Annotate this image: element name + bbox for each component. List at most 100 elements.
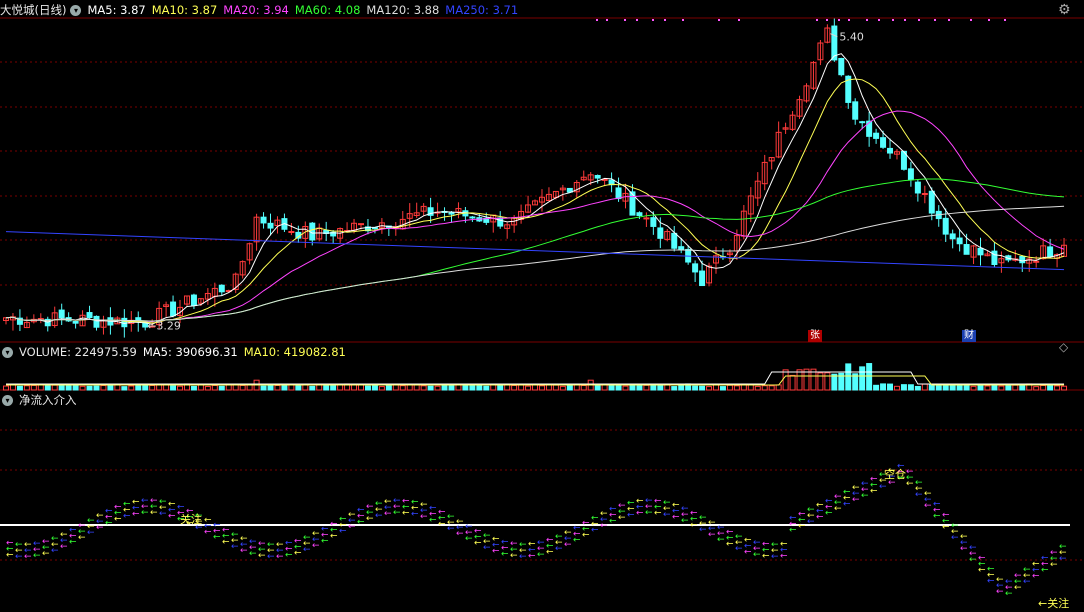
volume-bar xyxy=(699,385,706,391)
chevron-down-icon[interactable]: ▾ xyxy=(2,395,13,406)
flow-arrow-marker: ← xyxy=(465,534,473,544)
candle-up xyxy=(1033,260,1040,263)
flow-arrow-marker: ← xyxy=(114,515,122,525)
volume-bar xyxy=(733,385,740,391)
volume-bar xyxy=(79,385,86,391)
signal-dot xyxy=(682,19,684,21)
volume-bar xyxy=(692,385,699,391)
diamond-icon[interactable]: ◇ xyxy=(1059,340,1068,354)
volume-bar xyxy=(107,385,114,391)
ma5-line xyxy=(5,53,1065,325)
candle-up xyxy=(358,223,364,226)
volume-bar xyxy=(1061,385,1068,391)
volume-bar xyxy=(1005,385,1012,391)
zhang-badge: 张 xyxy=(808,330,822,342)
volume-bar xyxy=(963,385,970,391)
flow-arrow-marker: ← xyxy=(762,552,770,562)
volume-bar xyxy=(93,385,100,391)
flow-arrow-marker: ← xyxy=(870,487,878,497)
volume-bar xyxy=(984,385,991,391)
volume-bar xyxy=(190,385,197,391)
flow-arrow-marker: ← xyxy=(258,551,266,561)
flow-arrow-marker: ← xyxy=(123,511,131,521)
flow-arrow-marker: ← xyxy=(150,508,158,518)
chevron-down-icon[interactable]: ▾ xyxy=(2,347,13,358)
candle-down xyxy=(1019,255,1026,264)
flow-arrow-marker: ← xyxy=(546,548,554,558)
flow-arrow-marker: ← xyxy=(1023,577,1031,587)
flow-arrow-marker: ← xyxy=(717,535,725,545)
flow-arrow-marker: ← xyxy=(276,552,284,562)
flow-arrow-marker: ← xyxy=(969,555,977,565)
flow-arrow-marker: ← xyxy=(987,576,995,586)
volume-bar xyxy=(351,384,358,391)
flow-arrow-marker: ← xyxy=(654,509,662,519)
flow-arrow-marker: ← xyxy=(348,522,356,532)
signal-dot xyxy=(866,19,868,21)
settings-icon[interactable]: ⚙ xyxy=(1058,3,1071,17)
candle-down xyxy=(448,212,455,215)
volume-ma5: MA5: 390696.31 xyxy=(142,345,238,359)
flow-arrow-marker: ← xyxy=(357,518,365,528)
ma-indicator-5: MA250: 3.71 xyxy=(445,3,519,17)
volume-bar xyxy=(1054,385,1061,391)
signal-dot xyxy=(970,19,972,21)
flow-arrow-marker: ← xyxy=(924,501,932,511)
flow-arrow-marker: ← xyxy=(60,542,68,552)
candle-down xyxy=(469,216,476,219)
flow-arrow-marker: ← xyxy=(555,544,563,554)
price-panel-header: 大悦城(日线) ▾ MA5: 3.87 MA10: 3.87 MA20: 3.94 MA6… xyxy=(0,1,530,19)
flow-arrow-marker: ← xyxy=(393,508,401,518)
signal-dot xyxy=(664,19,666,21)
volume-bar xyxy=(309,385,316,391)
candle-down xyxy=(1047,246,1054,258)
flow-arrow-marker: ← xyxy=(438,519,446,529)
volume-bar xyxy=(601,384,608,391)
volume-bar xyxy=(385,385,392,391)
stock-title[interactable]: 大悦城(日线) xyxy=(0,3,66,17)
flow-arrow-marker: ← xyxy=(609,517,617,527)
flow-arrow-marker: ← xyxy=(825,508,833,518)
signal-dot xyxy=(596,19,598,21)
flow-arrow-marker: ← xyxy=(24,552,32,562)
signal-dot xyxy=(934,19,936,21)
signal-dot xyxy=(718,19,720,21)
ma-indicator-4: MA120: 3.88 xyxy=(366,3,440,17)
signal-dot xyxy=(624,19,626,21)
volume-bar xyxy=(497,384,504,391)
flow-arrow-marker: ← xyxy=(681,516,689,526)
flow-arrow-marker: ← xyxy=(1041,566,1049,576)
volume-bar xyxy=(44,384,51,391)
candle-down xyxy=(928,190,935,214)
flow-arrow-marker: ← xyxy=(753,550,761,560)
volume-bar xyxy=(483,385,490,391)
flow-arrow-marker: ← xyxy=(240,546,248,556)
flow-arrow-marker: ← xyxy=(1050,560,1058,570)
volume-bar xyxy=(859,366,866,391)
flow-arrow-marker: ← xyxy=(1032,571,1040,581)
flow-arrow-marker: ← xyxy=(798,521,806,531)
volume-bar xyxy=(225,384,232,391)
flow-arrow-marker: ← xyxy=(645,508,653,518)
indicator-name: 净流入介入 xyxy=(19,393,77,407)
volume-bar xyxy=(671,386,678,391)
volume-bar xyxy=(525,385,532,391)
flow-arrow-marker: ← xyxy=(312,541,320,551)
flow-arrow-marker: ← xyxy=(789,526,797,536)
flow-arrow-marker: ← xyxy=(726,540,734,550)
flow-arrow-marker: ← xyxy=(411,510,419,520)
candle-down xyxy=(942,217,949,235)
volume-bar xyxy=(615,384,622,391)
guanzhu-label-right: ←关注 xyxy=(1038,596,1069,610)
stock-chart[interactable]: 5.40←3.29←←←←←←←←←←←←←←←←←←←←←←←←←←←←←←←… xyxy=(0,0,1084,612)
ma-indicator-1: MA10: 3.87 xyxy=(151,3,218,17)
volume-bar xyxy=(970,385,977,391)
volume-bar xyxy=(420,385,427,391)
volume-bar xyxy=(594,384,601,391)
volume-bar xyxy=(629,384,636,391)
flow-arrow-marker: ← xyxy=(780,551,788,561)
volume-bar xyxy=(142,385,149,391)
flow-arrow-marker: ← xyxy=(573,535,581,545)
chevron-down-icon[interactable]: ▾ xyxy=(70,5,82,16)
flow-arrow-marker: ← xyxy=(105,519,113,529)
